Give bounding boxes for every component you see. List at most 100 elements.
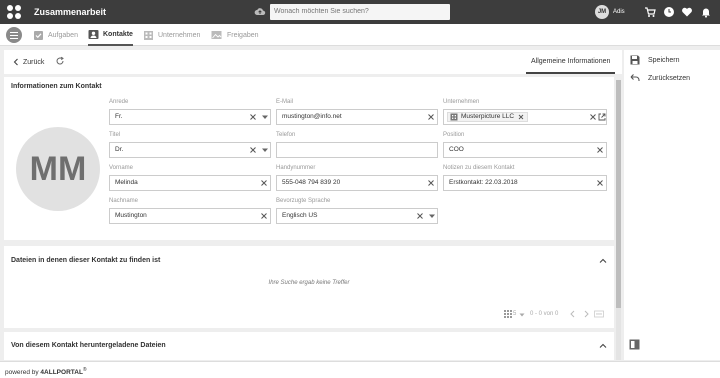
nachname-field[interactable]: Mustington bbox=[109, 208, 271, 224]
save-label: Speichern bbox=[648, 56, 680, 64]
downloads-card-title: Von diesem Kontakt heruntergeladene Date… bbox=[11, 342, 166, 349]
prev-page-icon[interactable] bbox=[569, 310, 577, 318]
bell-icon[interactable] bbox=[700, 6, 712, 18]
caret-down-icon[interactable] bbox=[428, 212, 436, 220]
company-chip-label: Musterpicture LLC bbox=[461, 113, 515, 120]
cart-icon[interactable] bbox=[644, 6, 656, 18]
position-label: Position bbox=[443, 132, 465, 138]
titel-select[interactable]: Dr. bbox=[109, 142, 271, 158]
caret-down-icon[interactable] bbox=[261, 146, 269, 154]
module-tabs: Aufgaben Kontakte Unternehmen Freigaben bbox=[0, 24, 720, 46]
company-chip: Musterpicture LLC bbox=[447, 112, 529, 122]
clear-icon[interactable] bbox=[596, 146, 604, 154]
more-options-icon[interactable] bbox=[594, 310, 604, 318]
anrede-select[interactable]: Fr. bbox=[109, 109, 271, 125]
handynummer-field[interactable]: 555-048 794 839 20 bbox=[276, 175, 438, 191]
collapse-panel-icon[interactable] bbox=[629, 339, 640, 350]
main-panel: Zurück Allgemeine Informationen Informat… bbox=[4, 50, 622, 360]
task-checkbox-icon bbox=[34, 30, 43, 40]
back-button[interactable]: Zurück bbox=[12, 58, 44, 66]
contact-card-icon bbox=[88, 29, 99, 39]
unternehmen-label: Unternehmen bbox=[443, 99, 480, 105]
downloads-card: Von diesem Kontakt heruntergeladene Date… bbox=[4, 332, 614, 360]
app-title: Zusammenarbeit bbox=[34, 7, 107, 17]
next-page-icon[interactable] bbox=[582, 310, 590, 318]
search-input[interactable] bbox=[270, 4, 450, 20]
reset-label: Zurücksetzen bbox=[648, 74, 691, 82]
caret-down-icon[interactable] bbox=[519, 312, 525, 318]
clear-icon[interactable] bbox=[249, 113, 257, 121]
tab-kontakte[interactable]: Kontakte bbox=[88, 24, 133, 46]
notizen-label: Notizen zu diesem Kontakt bbox=[443, 165, 515, 171]
clear-icon[interactable] bbox=[427, 179, 435, 187]
anrede-value: Fr. bbox=[115, 113, 123, 120]
refresh-icon[interactable] bbox=[55, 56, 65, 66]
handynummer-label: Handynummer bbox=[276, 165, 316, 171]
nachname-value: Mustington bbox=[115, 212, 147, 219]
back-label: Zurück bbox=[23, 58, 45, 66]
app-logo-icon[interactable] bbox=[6, 4, 22, 20]
detail-header: Zurück Allgemeine Informationen bbox=[4, 50, 622, 74]
save-button[interactable]: Speichern bbox=[630, 55, 680, 65]
undo-icon bbox=[630, 74, 640, 81]
chip-remove-icon[interactable] bbox=[517, 113, 525, 121]
contact-info-title: Informationen zum Kontakt bbox=[11, 83, 102, 90]
tab-aufgaben-label: Aufgaben bbox=[48, 31, 78, 39]
tab-kontakte-label: Kontakte bbox=[103, 30, 133, 38]
sprache-select[interactable]: Englisch US bbox=[276, 208, 438, 224]
notizen-field[interactable]: Erstkontakt: 22.03.2018 bbox=[443, 175, 607, 191]
cloud-upload-icon[interactable] bbox=[254, 6, 266, 18]
notizen-value: Erstkontakt: 22.03.2018 bbox=[449, 179, 518, 186]
vorname-label: Vorname bbox=[109, 165, 134, 171]
tab-freigaben[interactable]: Freigaben bbox=[211, 24, 259, 46]
clear-icon[interactable] bbox=[260, 179, 268, 187]
vorname-field[interactable]: Melinda bbox=[109, 175, 271, 191]
pagination-range: 0 - 0 von 0 bbox=[530, 311, 559, 317]
chevron-up-icon[interactable] bbox=[599, 342, 607, 350]
heart-icon[interactable] bbox=[681, 6, 693, 18]
nachname-label: Nachname bbox=[109, 198, 139, 204]
tab-aufgaben[interactable]: Aufgaben bbox=[33, 24, 78, 46]
tab-unternehmen[interactable]: Unternehmen bbox=[143, 24, 200, 46]
brand-registered-mark: ® bbox=[82, 367, 87, 373]
clear-icon[interactable] bbox=[589, 113, 597, 121]
building-icon bbox=[450, 113, 458, 121]
clear-icon[interactable] bbox=[427, 113, 435, 121]
grid-view-icon[interactable] bbox=[504, 310, 512, 318]
clear-icon[interactable] bbox=[596, 179, 604, 187]
anrede-label: Anrede bbox=[109, 99, 129, 105]
action-panel: Speichern Zurücksetzen bbox=[624, 50, 720, 360]
user-avatar[interactable]: JM bbox=[595, 5, 609, 19]
unternehmen-field[interactable]: Musterpicture LLC bbox=[443, 109, 607, 125]
scrollbar-thumb[interactable] bbox=[616, 80, 621, 308]
brand-logo: 4ALLPORTAL bbox=[40, 369, 83, 377]
powered-by-text: powered by bbox=[5, 369, 39, 377]
chevron-left-icon bbox=[13, 58, 18, 66]
page-size-select[interactable]: 5 bbox=[513, 311, 516, 317]
clear-icon[interactable] bbox=[416, 212, 424, 220]
clock-icon[interactable] bbox=[663, 6, 675, 18]
files-card: Dateien in denen dieser Kontakt zu finde… bbox=[4, 246, 614, 328]
telefon-label: Telefon bbox=[276, 132, 296, 138]
position-field[interactable]: COO bbox=[443, 142, 607, 158]
user-name[interactable]: Adis bbox=[613, 9, 625, 15]
tab-general-info[interactable]: Allgemeine Informationen bbox=[526, 50, 616, 74]
sprache-label: Bevorzugte Sprache bbox=[276, 198, 331, 204]
menu-button[interactable] bbox=[6, 27, 22, 43]
clear-icon[interactable] bbox=[260, 212, 268, 220]
chevron-up-icon[interactable] bbox=[599, 257, 607, 265]
email-label: E-Mail bbox=[276, 99, 294, 105]
email-field[interactable]: mustington@info.net bbox=[276, 109, 438, 125]
caret-down-icon[interactable] bbox=[261, 113, 269, 121]
tab-unternehmen-label: Unternehmen bbox=[158, 31, 201, 39]
clear-icon[interactable] bbox=[249, 146, 257, 154]
empty-result-message: Ihre Suche ergab keine Treffer bbox=[268, 280, 350, 286]
telefon-field[interactable] bbox=[276, 142, 438, 158]
footer: powered by 4ALLPORTAL® bbox=[0, 361, 720, 378]
files-card-title: Dateien in denen dieser Kontakt zu finde… bbox=[11, 257, 161, 264]
reset-button[interactable]: Zurücksetzen bbox=[630, 73, 690, 83]
email-value: mustington@info.net bbox=[282, 113, 342, 120]
handynummer-value: 555-048 794 839 20 bbox=[282, 179, 341, 186]
contact-avatar: MM bbox=[16, 127, 100, 211]
open-external-icon[interactable] bbox=[598, 113, 606, 121]
